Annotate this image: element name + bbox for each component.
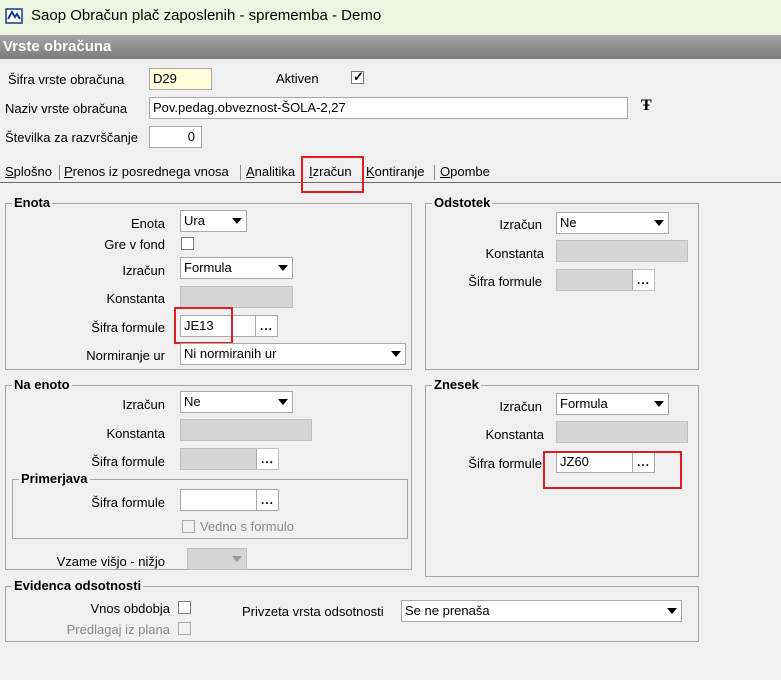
predlagaj-label: Predlagaj iz plana bbox=[66, 622, 170, 637]
tab-kontiranje[interactable]: Kontiranje bbox=[366, 163, 425, 183]
app-icon bbox=[5, 8, 23, 24]
privzeta-label: Privzeta vrsta odsotnosti bbox=[242, 604, 384, 619]
znesek-sifra-label: Šifra formule bbox=[468, 456, 542, 471]
enota-sifra-label: Šifra formule bbox=[91, 320, 165, 335]
na-enoto-izracun-label: Izračun bbox=[122, 397, 165, 412]
tab-separator bbox=[434, 165, 435, 180]
window-title: Saop Obračun plač zaposlenih - sprememba… bbox=[31, 7, 382, 24]
vedno-s-formulo-label: Vedno s formulo bbox=[200, 519, 294, 534]
tab-prenos[interactable]: Prenos iz posrednega vnosa bbox=[64, 163, 229, 183]
check-icon: ✓ bbox=[353, 69, 364, 84]
gre-v-fond-label: Gre v fond bbox=[104, 237, 165, 252]
tab-divider bbox=[0, 182, 781, 183]
vedno-s-formulo-checkbox[interactable] bbox=[182, 520, 195, 533]
znesek-konstanta-label: Konstanta bbox=[485, 427, 544, 442]
chevron-down-icon[interactable] bbox=[386, 344, 405, 364]
znesek-group-title: Znesek bbox=[432, 377, 481, 392]
enota-select-value: Ura bbox=[184, 213, 205, 228]
ellipsis-icon[interactable]: ... bbox=[256, 490, 278, 510]
vzame-select[interactable] bbox=[187, 548, 247, 570]
form-header: Vrste obračuna bbox=[0, 35, 781, 59]
odstotek-group-title: Odstotek bbox=[432, 195, 493, 210]
stevilka-input[interactable]: 0 bbox=[149, 126, 202, 148]
odstotek-izracun-value: Ne bbox=[560, 215, 577, 230]
normiranje-select[interactable]: Ni normiranih ur bbox=[180, 343, 406, 365]
na-enoto-group-title: Na enoto bbox=[12, 377, 72, 392]
ellipsis-icon[interactable]: ... bbox=[632, 270, 654, 290]
enota-izracun-value: Formula bbox=[184, 260, 232, 275]
normiranje-value: Ni normiranih ur bbox=[184, 346, 277, 361]
enota-select[interactable]: Ura bbox=[180, 210, 247, 232]
vnos-obdobja-checkbox[interactable] bbox=[178, 601, 191, 614]
naziv-input[interactable]: Pov.pedag.obveznost-ŠOLA-2,27 bbox=[149, 97, 628, 119]
sifra-vrste-input[interactable]: D29 bbox=[149, 68, 212, 90]
font-icon[interactable]: Ŧ bbox=[641, 97, 652, 115]
chevron-down-icon[interactable] bbox=[273, 392, 292, 412]
ellipsis-icon[interactable]: ... bbox=[256, 449, 278, 469]
odstotek-konstanta-label: Konstanta bbox=[485, 246, 544, 261]
primerjava-sifra-lookup[interactable]: ... bbox=[180, 489, 279, 511]
tab-opombe[interactable]: Opombe bbox=[440, 163, 490, 183]
na-enoto-izracun-value: Ne bbox=[184, 394, 201, 409]
odstotek-izracun-label: Izračun bbox=[499, 217, 542, 232]
primerjava-sifra-label: Šifra formule bbox=[91, 495, 165, 510]
vnos-obdobja-label: Vnos obdobja bbox=[90, 601, 170, 616]
enota-izracun-select[interactable]: Formula bbox=[180, 257, 293, 279]
aktiven-label: Aktiven bbox=[276, 71, 319, 86]
znesek-konstanta-input bbox=[556, 421, 688, 443]
evidenca-group-title: Evidenca odsotnosti bbox=[12, 578, 144, 593]
odstotek-sifra-lookup[interactable]: ... bbox=[556, 269, 655, 291]
znesek-izracun-label: Izračun bbox=[499, 399, 542, 414]
tab-analitika[interactable]: Analitika bbox=[246, 163, 295, 183]
tab-splosno[interactable]: Splošno bbox=[5, 163, 52, 183]
chevron-down-icon[interactable] bbox=[649, 394, 668, 414]
odstotek-sifra-label: Šifra formule bbox=[468, 274, 542, 289]
enota-izracun-label: Izračun bbox=[122, 263, 165, 278]
znesek-izracun-select[interactable]: Formula bbox=[556, 393, 669, 415]
enota-sifra-highlight bbox=[174, 307, 233, 344]
na-enoto-sifra-label: Šifra formule bbox=[91, 454, 165, 469]
enota-group-title: Enota bbox=[12, 195, 53, 210]
enota-konstanta-label: Konstanta bbox=[106, 291, 165, 306]
chevron-down-icon[interactable] bbox=[662, 601, 681, 621]
chevron-down-icon bbox=[227, 549, 246, 569]
na-enoto-konstanta-input bbox=[180, 419, 312, 441]
znesek-sifra-highlight bbox=[543, 451, 682, 489]
tab-separator bbox=[240, 165, 241, 180]
normiranje-label: Normiranje ur bbox=[86, 348, 165, 363]
znesek-izracun-value: Formula bbox=[560, 396, 608, 411]
na-enoto-sifra-lookup[interactable]: ... bbox=[180, 448, 279, 470]
stevilka-label: Številka za razvrščanje bbox=[5, 130, 138, 145]
sifra-vrste-label: Šifra vrste obračuna bbox=[8, 72, 125, 87]
aktiven-checkbox[interactable]: ✓ bbox=[351, 69, 364, 84]
odstotek-konstanta-input bbox=[556, 240, 688, 262]
predlagaj-checkbox[interactable] bbox=[178, 622, 191, 635]
chevron-down-icon[interactable] bbox=[227, 211, 246, 231]
naziv-label: Naziv vrste obračuna bbox=[5, 101, 128, 116]
tab-highlight bbox=[301, 156, 364, 193]
tab-separator bbox=[59, 165, 60, 180]
chevron-down-icon[interactable] bbox=[649, 213, 668, 233]
odstotek-izracun-select[interactable]: Ne bbox=[556, 212, 669, 234]
ellipsis-icon[interactable]: ... bbox=[255, 316, 277, 336]
enota-label: Enota bbox=[131, 216, 165, 231]
chevron-down-icon[interactable] bbox=[273, 258, 292, 278]
privzeta-select[interactable]: Se ne prenaša bbox=[401, 600, 682, 622]
privzeta-value: Se ne prenaša bbox=[405, 603, 490, 618]
na-enoto-izracun-select[interactable]: Ne bbox=[180, 391, 293, 413]
primerjava-group-title: Primerjava bbox=[19, 471, 90, 486]
na-enoto-konstanta-label: Konstanta bbox=[106, 426, 165, 441]
gre-v-fond-checkbox[interactable] bbox=[181, 237, 194, 250]
vzame-label: Vzame višjo - nižjo bbox=[56, 554, 165, 569]
enota-konstanta-input bbox=[180, 286, 293, 308]
